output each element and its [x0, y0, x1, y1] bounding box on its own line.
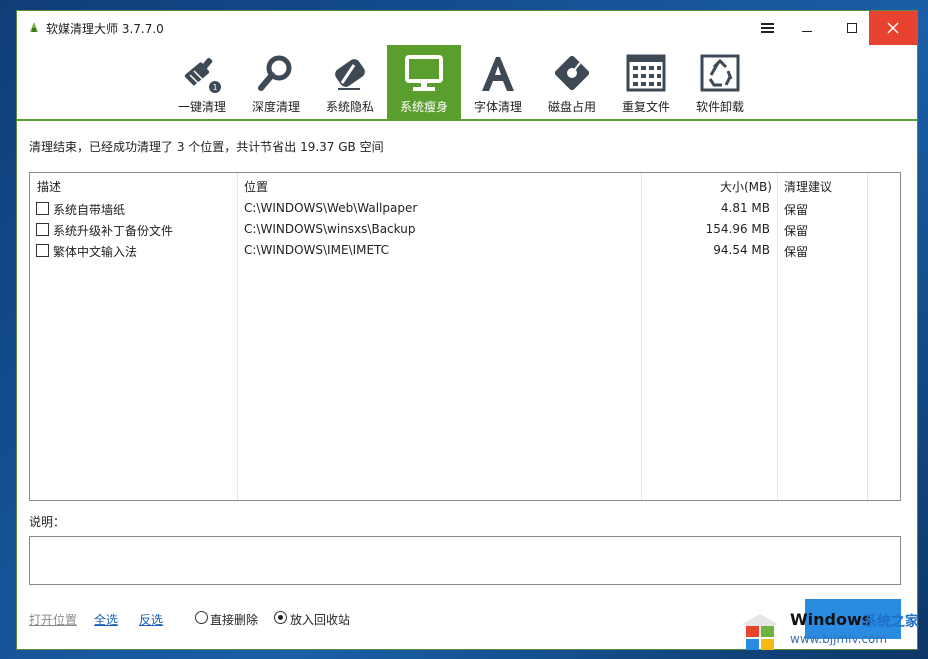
row-description: 繁体中文输入法: [53, 245, 138, 259]
font-a-icon: [482, 57, 514, 91]
row-checkbox[interactable]: [36, 223, 49, 236]
tool-system-slim[interactable]: 系统瘦身: [387, 45, 461, 119]
select-all-link[interactable]: 全选: [94, 611, 118, 628]
tool-label: 深度清理: [251, 100, 300, 114]
maximize-button[interactable]: [829, 11, 874, 45]
watermark: Windows 系统之家 www.bjjmlv.com: [736, 604, 926, 656]
tool-label: 系统隐私: [325, 100, 374, 114]
maximize-icon: [846, 23, 857, 33]
magnifier-icon: [258, 55, 292, 91]
windows-logo-icon: [742, 614, 778, 650]
table-header: 描述 位置 大小(MB) 清理建议: [30, 173, 900, 197]
row-size: 4.81 MB: [720, 201, 770, 215]
tool-system-privacy[interactable]: 系统隐私: [313, 45, 387, 119]
duplicate-grid-icon: [626, 54, 666, 92]
broom-icon: 1: [184, 57, 221, 93]
minimize-button[interactable]: [784, 11, 829, 45]
description-label: 说明：: [29, 515, 66, 529]
svg-text:1: 1: [212, 83, 217, 92]
row-description: 系统升级补丁备份文件: [53, 224, 174, 238]
tool-label: 软件卸载: [695, 100, 744, 114]
row-size: 154.96 MB: [705, 222, 770, 236]
tool-deep-clean[interactable]: 深度清理: [239, 45, 313, 119]
watermark-url: www.bjjmlv.com: [790, 632, 888, 646]
row-location: C:\WINDOWS\winsxs\Backup: [244, 222, 416, 236]
results-table: 描述 位置 大小(MB) 清理建议 系统自带墙纸 C:\WINDOWS\Web\…: [29, 172, 901, 501]
tool-label: 系统瘦身: [399, 100, 448, 114]
row-checkbox[interactable]: [36, 244, 49, 257]
app-window: 软媒清理大师 3.7.7.0 1 一键清理 深度清理 系统隐私 系统瘦身 字体清…: [16, 10, 918, 650]
delete-directly-label[interactable]: 直接删除: [210, 611, 258, 628]
row-location: C:\WINDOWS\Web\Wallpaper: [244, 201, 418, 215]
table-row[interactable]: 系统自带墙纸 C:\WINDOWS\Web\Wallpaper 4.81 MB …: [30, 198, 900, 219]
disk-tag-icon: [554, 55, 590, 91]
tool-disk-usage[interactable]: 磁盘占用: [535, 45, 609, 119]
tool-label: 一键清理: [177, 100, 226, 114]
status-message: 清理结束，已经成功清理了 3 个位置，共计节省出 19.37 GB 空间: [29, 140, 384, 154]
minimize-icon: [801, 31, 812, 32]
row-size: 94.54 MB: [713, 243, 770, 257]
monitor-icon: [405, 55, 443, 91]
row-location: C:\WINDOWS\IME\IMETC: [244, 243, 390, 257]
tool-one-click-clean[interactable]: 1 一键清理: [165, 45, 239, 119]
recycle-bin-radio[interactable]: [274, 611, 287, 624]
tool-label: 重复文件: [621, 100, 670, 114]
row-description: 系统自带墙纸: [53, 203, 126, 217]
recycle-icon: [700, 54, 740, 92]
tool-font-clean[interactable]: 字体清理: [461, 45, 535, 119]
close-icon: [887, 22, 899, 34]
watermark-brand: Windows: [790, 610, 872, 629]
invert-selection-link[interactable]: 反选: [139, 611, 163, 628]
tool-label: 磁盘占用: [547, 100, 596, 114]
tool-label: 字体清理: [473, 100, 522, 114]
row-checkbox[interactable]: [36, 202, 49, 215]
feature-toolbar: 1 一键清理 深度清理 系统隐私 系统瘦身 字体清理 磁盘占用 重复文件 软件卸…: [17, 45, 917, 121]
tool-uninstall[interactable]: 软件卸载: [683, 45, 757, 119]
open-location-link[interactable]: 打开位置: [29, 611, 77, 628]
hamburger-icon: [760, 23, 774, 33]
watermark-cn: 系统之家: [863, 614, 919, 630]
radio-selected-dot: [278, 615, 283, 620]
table-row[interactable]: 系统升级补丁备份文件 C:\WINDOWS\winsxs\Backup 154.…: [30, 219, 900, 240]
table-row[interactable]: 繁体中文输入法 C:\WINDOWS\IME\IMETC 94.54 MB 保留: [30, 240, 900, 261]
header-advice[interactable]: 清理建议: [784, 178, 832, 195]
recycle-bin-label[interactable]: 放入回收站: [290, 611, 350, 628]
eraser-icon: [335, 59, 365, 90]
tool-duplicate-files[interactable]: 重复文件: [609, 45, 683, 119]
row-advice: 保留: [784, 245, 809, 259]
header-size[interactable]: 大小(MB): [720, 178, 772, 195]
header-description[interactable]: 描述: [37, 178, 61, 195]
app-logo-icon: [30, 22, 38, 32]
header-location[interactable]: 位置: [244, 178, 268, 195]
row-advice: 保留: [784, 224, 809, 238]
row-advice: 保留: [784, 203, 809, 217]
window-title: 软媒清理大师 3.7.7.0: [46, 22, 164, 36]
description-box: [29, 536, 901, 585]
delete-directly-radio[interactable]: [195, 611, 208, 624]
close-button[interactable]: [869, 11, 917, 45]
title-bar: 软媒清理大师 3.7.7.0: [17, 11, 917, 45]
